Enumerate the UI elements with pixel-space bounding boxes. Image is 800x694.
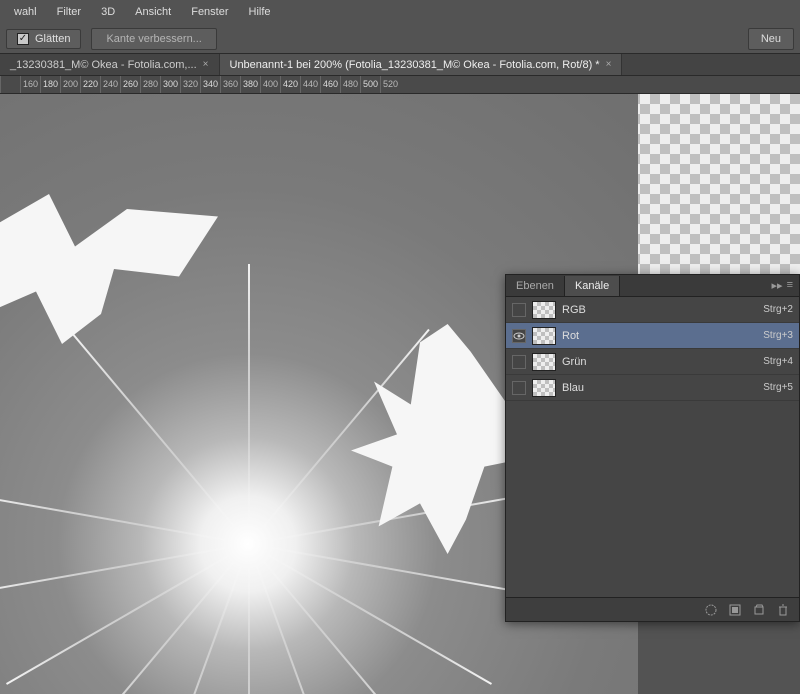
menu-item[interactable]: Hilfe	[239, 2, 281, 22]
load-selection-icon[interactable]	[703, 602, 719, 618]
panel-footer	[506, 597, 799, 621]
channel-name: Rot	[562, 330, 757, 342]
options-bar: ✓ Glätten Kante verbessern... Neu	[0, 24, 800, 54]
tab-layers[interactable]: Ebenen	[506, 276, 564, 296]
channels-panel: Ebenen Kanäle ▸▸ ≡ RGB Strg+2 Rot Strg+3	[505, 274, 800, 622]
channels-list: RGB Strg+2 Rot Strg+3 Grün Strg+4 Bl	[506, 297, 799, 597]
smooth-checkbox[interactable]: ✓ Glätten	[6, 29, 81, 49]
tab-channels[interactable]: Kanäle	[564, 276, 620, 296]
channel-row-red[interactable]: Rot Strg+3	[506, 323, 799, 349]
tab-label: _13230381_M© Okea - Fotolia.com,...	[10, 59, 197, 71]
save-selection-icon[interactable]	[727, 602, 743, 618]
channel-row-rgb[interactable]: RGB Strg+2	[506, 297, 799, 323]
channel-name: RGB	[562, 304, 757, 316]
new-button[interactable]: Neu	[748, 28, 794, 50]
visibility-toggle[interactable]	[512, 329, 526, 343]
channel-shortcut: Strg+4	[763, 356, 793, 367]
channel-row-green[interactable]: Grün Strg+4	[506, 349, 799, 375]
channel-thumbnail	[532, 327, 556, 345]
new-channel-icon[interactable]	[751, 602, 767, 618]
visibility-toggle[interactable]	[512, 355, 526, 369]
channel-row-blue[interactable]: Blau Strg+5	[506, 375, 799, 401]
menu-item[interactable]: Ansicht	[125, 2, 181, 22]
visibility-toggle[interactable]	[512, 303, 526, 317]
menu-item[interactable]: 3D	[91, 2, 125, 22]
channel-thumbnail	[532, 353, 556, 371]
close-icon[interactable]: ×	[203, 59, 209, 70]
channel-name: Grün	[562, 356, 757, 368]
channel-shortcut: Strg+2	[763, 304, 793, 315]
delete-channel-icon[interactable]	[775, 602, 791, 618]
channel-name: Blau	[562, 382, 757, 394]
channel-shortcut: Strg+3	[763, 330, 793, 341]
panel-tab-bar: Ebenen Kanäle ▸▸ ≡	[506, 275, 799, 297]
smooth-label: Glätten	[35, 33, 70, 45]
eye-icon	[513, 332, 525, 340]
dove-image	[0, 194, 218, 344]
document-tabs: _13230381_M© Okea - Fotolia.com,... × Un…	[0, 54, 800, 76]
panel-menu-icon[interactable]: ≡	[787, 279, 793, 292]
tab-label: Unbenannt-1 bei 200% (Fotolia_13230381_M…	[230, 59, 600, 71]
channel-thumbnail	[532, 301, 556, 319]
menu-item[interactable]: Filter	[47, 2, 91, 22]
document-tab[interactable]: Unbenannt-1 bei 200% (Fotolia_13230381_M…	[220, 54, 623, 75]
channel-shortcut: Strg+5	[763, 382, 793, 393]
refine-edge-button[interactable]: Kante verbessern...	[91, 28, 216, 50]
menu-item[interactable]: wahl	[4, 2, 47, 22]
collapse-icon[interactable]: ▸▸	[772, 279, 783, 292]
menu-bar: wahl Filter 3D Ansicht Fenster Hilfe	[0, 0, 800, 24]
visibility-toggle[interactable]	[512, 381, 526, 395]
canvas-area[interactable]: Ebenen Kanäle ▸▸ ≡ RGB Strg+2 Rot Strg+3	[0, 94, 800, 600]
check-icon: ✓	[17, 33, 29, 45]
menu-item[interactable]: Fenster	[181, 2, 238, 22]
channel-thumbnail	[532, 379, 556, 397]
horizontal-ruler: 160 180 200 220 240 260 280 300 320 340 …	[0, 76, 800, 94]
document-tab[interactable]: _13230381_M© Okea - Fotolia.com,... ×	[0, 54, 220, 75]
close-icon[interactable]: ×	[606, 59, 612, 70]
